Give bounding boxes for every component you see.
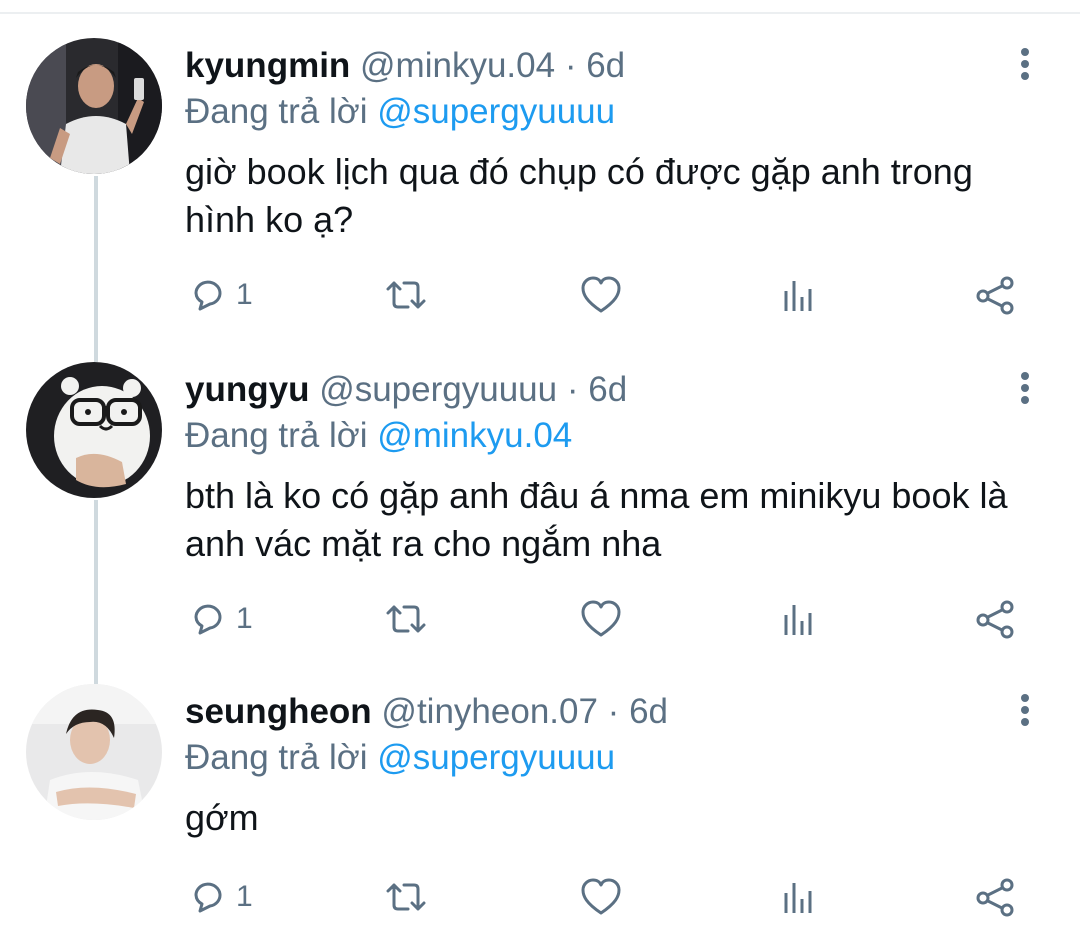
analytics-icon (784, 605, 812, 635)
retweet-icon (386, 883, 426, 911)
mention-link[interactable]: @supergyuuuu (377, 738, 615, 777)
more-vertical-icon[interactable] (1010, 690, 1040, 730)
analytics-icon (784, 281, 812, 311)
user-handle[interactable]: @minkyu.04 (360, 46, 555, 85)
replying-to-label: Đang trả lời (185, 92, 368, 131)
replying-to: Đang trả lời @minkyu.04 (185, 414, 572, 458)
replying-to-label: Đang trả lời (185, 416, 368, 455)
share-button[interactable] (974, 270, 1016, 320)
like-button[interactable] (580, 270, 622, 320)
reply-count: 1 (236, 880, 253, 913)
retweet-icon (386, 281, 426, 309)
replying-to-label: Đang trả lời (185, 738, 368, 777)
mention-link[interactable]: @supergyuuuu (377, 92, 615, 131)
tweet-header: yungyu @supergyuuuu · 6d (185, 368, 627, 412)
heart-icon (581, 276, 621, 313)
like-button[interactable] (580, 872, 622, 922)
retweet-button[interactable] (384, 270, 428, 320)
timestamp[interactable]: 6d (588, 370, 627, 409)
more-vertical-icon[interactable] (1010, 368, 1040, 408)
timestamp[interactable]: 6d (586, 46, 625, 85)
mention-link[interactable]: @minkyu.04 (377, 416, 572, 455)
avatar[interactable] (26, 362, 162, 498)
like-button[interactable] (580, 594, 622, 644)
share-icon (976, 276, 1014, 315)
analytics-icon (784, 883, 812, 913)
retweet-button[interactable] (384, 872, 428, 922)
replying-to: Đang trả lời @supergyuuuu (185, 736, 615, 780)
user-handle[interactable]: @tinyheon.07 (381, 692, 598, 731)
reply-icon (194, 604, 222, 635)
share-icon (976, 600, 1014, 639)
display-name[interactable]: kyungmin (185, 46, 350, 85)
tweet-actions: 1 (0, 594, 1080, 644)
timestamp[interactable]: 6d (629, 692, 668, 731)
tweet-actions: 1 (0, 872, 1080, 922)
tweet-text: giờ book lịch qua đó chụp có được gặp an… (185, 151, 973, 240)
tweet[interactable]: kyungmin @minkyu.04 · 6d Đang trả lời @s… (0, 38, 1080, 328)
share-button[interactable] (974, 594, 1016, 644)
retweet-button[interactable] (384, 594, 428, 644)
heart-icon (581, 600, 621, 637)
separator-dot: · (607, 692, 620, 731)
separator-dot: · (566, 370, 579, 409)
reply-button[interactable]: 1 (188, 270, 253, 320)
reply-button[interactable]: 1 (188, 594, 253, 644)
tweet-text: gớm (185, 797, 259, 838)
reply-count: 1 (236, 602, 253, 635)
tweet-text: bth là ko có gặp anh đâu á nma em miniky… (185, 475, 1008, 564)
reply-icon (194, 882, 222, 913)
replying-to: Đang trả lời @supergyuuuu (185, 90, 615, 134)
tweet-header: seungheon @tinyheon.07 · 6d (185, 690, 668, 734)
reply-button[interactable]: 1 (188, 872, 253, 922)
reply-icon (194, 280, 222, 311)
reply-count: 1 (236, 278, 253, 311)
heart-icon (581, 878, 621, 915)
user-handle[interactable]: @supergyuuuu (319, 370, 557, 409)
top-divider (0, 12, 1080, 14)
tweet-header: kyungmin @minkyu.04 · 6d (185, 44, 625, 88)
more-vertical-icon[interactable] (1010, 44, 1040, 84)
retweet-icon (386, 605, 426, 633)
tweet[interactable]: seungheon @tinyheon.07 · 6d Đang trả lời… (0, 684, 1080, 933)
display-name[interactable]: yungyu (185, 370, 309, 409)
analytics-button[interactable] (778, 872, 818, 922)
analytics-button[interactable] (778, 594, 818, 644)
tweet-actions: 1 (0, 270, 1080, 320)
share-icon (976, 878, 1014, 917)
avatar[interactable] (26, 38, 162, 174)
separator-dot: · (564, 46, 577, 85)
analytics-button[interactable] (778, 270, 818, 320)
tweet[interactable]: yungyu @supergyuuuu · 6d Đang trả lời @m… (0, 362, 1080, 652)
share-button[interactable] (974, 872, 1016, 922)
display-name[interactable]: seungheon (185, 692, 372, 731)
avatar[interactable] (26, 684, 162, 820)
